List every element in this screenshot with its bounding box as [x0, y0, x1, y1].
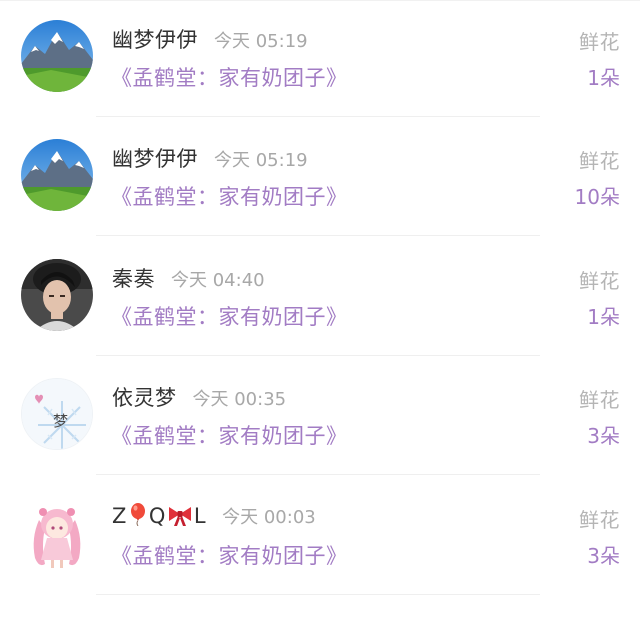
- mountain-landscape-avatar: [21, 20, 93, 92]
- timestamp: 今天 00:35: [192, 389, 287, 410]
- avatar[interactable]: [21, 139, 93, 211]
- user-name-part: Z: [112, 504, 127, 528]
- item-header: 幽梦伊伊 今天 05:19: [112, 143, 308, 173]
- flower-gift-list: 幽梦伊伊 今天 05:19 《孟鹤堂：家有奶团子》 鲜花 1朵 幽梦伊伊 今天 …: [0, 0, 640, 618]
- list-item[interactable]: ZQ L 今天 00:03 《孟鹤堂：家有奶团子》 鲜花 3朵: [0, 478, 640, 598]
- divider: [96, 116, 540, 117]
- book-title[interactable]: 《孟鹤堂：家有奶团子》: [111, 301, 348, 331]
- avatar[interactable]: 梦: [21, 378, 93, 450]
- user-name[interactable]: ZQ L: [112, 502, 206, 531]
- item-header: 依灵梦 今天 00:35: [112, 382, 286, 412]
- gift-type: 鲜花: [579, 149, 620, 173]
- gift-type: 鲜花: [579, 508, 620, 532]
- divider: [96, 594, 540, 595]
- gift-type: 鲜花: [579, 30, 620, 54]
- book-title[interactable]: 《孟鹤堂：家有奶团子》: [111, 540, 348, 570]
- gift-type: 鲜花: [579, 269, 620, 293]
- timestamp: 今天 04:40: [171, 270, 265, 291]
- user-name-part: L: [193, 504, 207, 528]
- gift-count: 1朵: [587, 305, 620, 329]
- svg-text:梦: 梦: [53, 412, 68, 430]
- item-header: ZQ L 今天 00:03: [112, 502, 316, 531]
- divider: [96, 474, 540, 475]
- mountain-landscape-avatar: [21, 139, 93, 211]
- book-title[interactable]: 《孟鹤堂：家有奶团子》: [111, 62, 348, 92]
- list-item[interactable]: 梦 依灵梦 今天 00:35 《孟鹤堂：家有奶团子》 鲜花 3朵: [0, 358, 640, 478]
- user-name[interactable]: 依灵梦: [112, 382, 177, 412]
- anime-girl-avatar: [21, 498, 93, 570]
- timestamp: 今天 05:19: [214, 150, 308, 171]
- gift-count: 10朵: [574, 185, 620, 209]
- user-name[interactable]: 幽梦伊伊: [112, 24, 198, 54]
- portrait-photo-avatar: [21, 259, 93, 331]
- gift-count: 1朵: [587, 66, 620, 90]
- gift-type: 鲜花: [579, 388, 620, 412]
- divider: [96, 355, 540, 356]
- book-title[interactable]: 《孟鹤堂：家有奶团子》: [111, 181, 348, 211]
- divider: [96, 235, 540, 236]
- avatar[interactable]: [21, 20, 93, 92]
- user-name-part: Q: [148, 504, 166, 528]
- timestamp: 今天 00:03: [222, 507, 316, 528]
- gift-count: 3朵: [587, 544, 620, 568]
- bow-icon: [167, 504, 193, 531]
- list-item[interactable]: 幽梦伊伊 今天 05:19 《孟鹤堂：家有奶团子》 鲜花 1朵: [0, 0, 640, 120]
- gift-count: 3朵: [587, 424, 620, 448]
- timestamp: 今天 05:19: [214, 31, 308, 52]
- list-item[interactable]: 幽梦伊伊 今天 05:19 《孟鹤堂：家有奶团子》 鲜花 10朵: [0, 119, 640, 239]
- avatar[interactable]: [21, 259, 93, 331]
- user-name[interactable]: 幽梦伊伊: [112, 143, 198, 173]
- snowflake-dream-avatar: 梦: [22, 379, 92, 449]
- book-title[interactable]: 《孟鹤堂：家有奶团子》: [111, 420, 348, 450]
- avatar[interactable]: [21, 498, 93, 570]
- balloon-icon: [128, 502, 148, 531]
- item-header: 幽梦伊伊 今天 05:19: [112, 24, 308, 54]
- list-item[interactable]: 秦奏 今天 04:40 《孟鹤堂：家有奶团子》 鲜花 1朵: [0, 239, 640, 359]
- item-header: 秦奏 今天 04:40: [112, 263, 265, 293]
- user-name[interactable]: 秦奏: [112, 263, 155, 293]
